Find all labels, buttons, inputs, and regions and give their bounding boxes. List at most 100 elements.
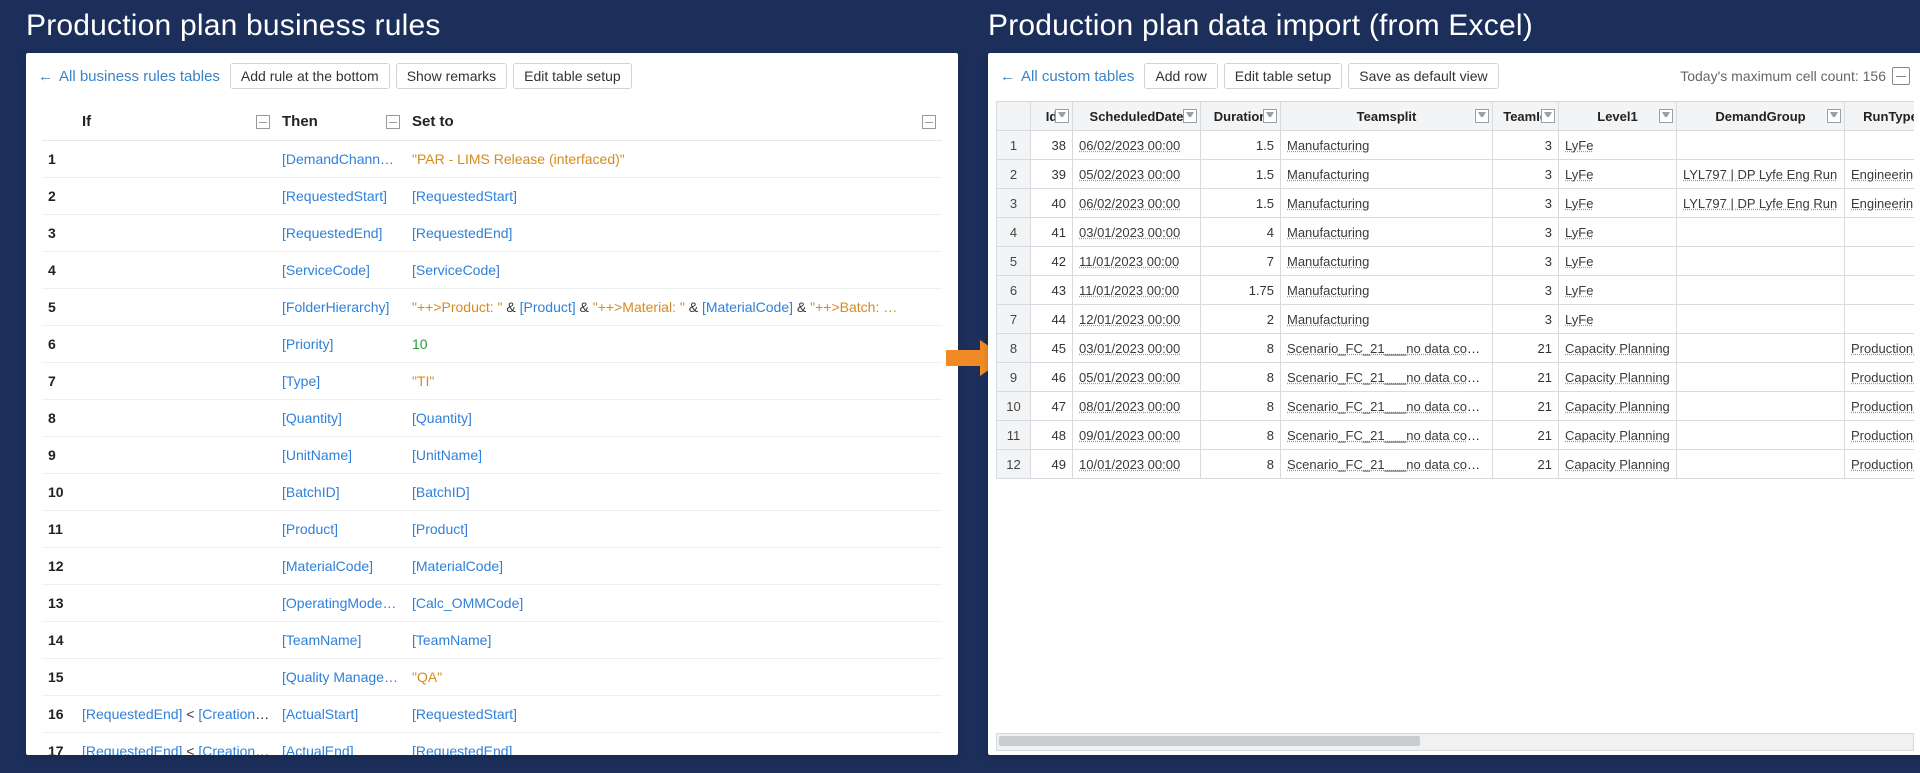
grid-cell[interactable]: 3 bbox=[1493, 247, 1559, 276]
grid-cell[interactable]: 05/01/2023 00:00 bbox=[1073, 363, 1201, 392]
grid-cell[interactable]: Scenario_FC_21___no data constraints bbox=[1281, 363, 1493, 392]
grid-row[interactable]: 74412/01/2023 00:002Manufacturing3LyFe bbox=[997, 305, 1915, 334]
grid-row-number[interactable]: 11 bbox=[997, 421, 1031, 450]
grid-corner[interactable] bbox=[997, 102, 1031, 131]
save-default-view-button[interactable]: Save as default view bbox=[1348, 63, 1498, 89]
grid-cell[interactable]: Production sup bbox=[1845, 392, 1915, 421]
grid-cell[interactable]: 8 bbox=[1201, 450, 1281, 479]
grid-cell[interactable]: 38 bbox=[1031, 131, 1073, 160]
grid-cell[interactable]: 1.5 bbox=[1201, 131, 1281, 160]
rule-set-cell[interactable]: "TI" bbox=[406, 363, 942, 400]
rule-row[interactable]: 9[UnitName][UnitName] bbox=[42, 437, 942, 474]
rule-then-cell[interactable]: [TeamName] bbox=[276, 622, 406, 659]
back-all-business-rules[interactable]: All business rules tables bbox=[38, 68, 220, 85]
grid-cell[interactable] bbox=[1845, 276, 1915, 305]
rule-then-cell[interactable]: [FolderHierarchy] bbox=[276, 289, 406, 326]
filter-icon[interactable] bbox=[1263, 109, 1277, 123]
rule-if-cell[interactable]: [RequestedEnd] < [Creation Date] bbox=[76, 733, 276, 756]
grid-cell[interactable]: 7 bbox=[1201, 247, 1281, 276]
rule-set-cell[interactable]: [ServiceCode] bbox=[406, 252, 942, 289]
rule-if-cell[interactable] bbox=[76, 178, 276, 215]
rule-set-cell[interactable]: [RequestedStart] bbox=[406, 696, 942, 733]
rule-set-cell[interactable]: [BatchID] bbox=[406, 474, 942, 511]
rule-if-cell[interactable] bbox=[76, 326, 276, 363]
grid-row[interactable]: 13806/02/2023 00:001.5Manufacturing3LyFe bbox=[997, 131, 1915, 160]
grid-cell[interactable]: Scenario_FC_21___no data constraints bbox=[1281, 334, 1493, 363]
rule-set-cell[interactable]: "PAR - LIMS Release (interfaced)" bbox=[406, 141, 942, 178]
rule-set-cell[interactable]: [TeamName] bbox=[406, 622, 942, 659]
grid-row-number[interactable]: 5 bbox=[997, 247, 1031, 276]
rule-row[interactable]: 1[DemandChann…"PAR - LIMS Release (inter… bbox=[42, 141, 942, 178]
grid-row-number[interactable]: 2 bbox=[997, 160, 1031, 189]
grid-cell[interactable]: 21 bbox=[1493, 450, 1559, 479]
rule-row[interactable]: 10[BatchID][BatchID] bbox=[42, 474, 942, 511]
grid-col-header[interactable]: TeamId bbox=[1493, 102, 1559, 131]
rule-then-cell[interactable]: [MaterialCode] bbox=[276, 548, 406, 585]
grid-cell[interactable]: 47 bbox=[1031, 392, 1073, 421]
grid-cell[interactable]: 03/01/2023 00:00 bbox=[1073, 334, 1201, 363]
rule-row[interactable]: 3[RequestedEnd][RequestedEnd] bbox=[42, 215, 942, 252]
rule-then-cell[interactable]: [Type] bbox=[276, 363, 406, 400]
rule-set-cell[interactable]: [RequestedStart] bbox=[406, 178, 942, 215]
grid-cell[interactable]: 21 bbox=[1493, 334, 1559, 363]
col-if[interactable]: If bbox=[76, 103, 276, 141]
grid-cell[interactable]: LyFe bbox=[1559, 276, 1677, 305]
grid-cell[interactable] bbox=[1845, 247, 1915, 276]
grid-cell[interactable]: Manufacturing bbox=[1281, 276, 1493, 305]
grid-cell[interactable]: 3 bbox=[1493, 218, 1559, 247]
grid-cell[interactable]: 2 bbox=[1201, 305, 1281, 334]
rule-then-cell[interactable]: [RequestedStart] bbox=[276, 178, 406, 215]
rule-set-cell[interactable]: [RequestedEnd] bbox=[406, 215, 942, 252]
grid-cell[interactable]: LyFe bbox=[1559, 247, 1677, 276]
grid-cell[interactable] bbox=[1677, 392, 1845, 421]
grid-cell[interactable]: 06/02/2023 00:00 bbox=[1073, 131, 1201, 160]
grid-cell[interactable]: Production sup bbox=[1845, 421, 1915, 450]
filter-icon[interactable] bbox=[1659, 109, 1673, 123]
rule-set-cell[interactable]: "QA" bbox=[406, 659, 942, 696]
rule-row[interactable]: 15[Quality Manage…"QA" bbox=[42, 659, 942, 696]
grid-cell[interactable]: 21 bbox=[1493, 363, 1559, 392]
grid-row[interactable]: 64311/01/2023 00:001.75Manufacturing3LyF… bbox=[997, 276, 1915, 305]
grid-cell[interactable]: 09/01/2023 00:00 bbox=[1073, 421, 1201, 450]
horizontal-scrollbar[interactable] bbox=[996, 733, 1914, 751]
col-then[interactable]: Then bbox=[276, 103, 406, 141]
grid-cell[interactable]: Manufacturing bbox=[1281, 131, 1493, 160]
add-row-button[interactable]: Add row bbox=[1144, 63, 1217, 89]
grid-row[interactable]: 34006/02/2023 00:001.5Manufacturing3LyFe… bbox=[997, 189, 1915, 218]
grid-cell[interactable]: 10/01/2023 00:00 bbox=[1073, 450, 1201, 479]
rule-row[interactable]: 7[Type]"TI" bbox=[42, 363, 942, 400]
grid-cell[interactable]: Manufacturing bbox=[1281, 160, 1493, 189]
rule-if-cell[interactable] bbox=[76, 622, 276, 659]
grid-cell[interactable]: 4 bbox=[1201, 218, 1281, 247]
grid-cell[interactable] bbox=[1677, 450, 1845, 479]
grid-row-number[interactable]: 7 bbox=[997, 305, 1031, 334]
filter-icon[interactable] bbox=[1183, 109, 1197, 123]
grid-col-header[interactable]: ScheduledDate bbox=[1073, 102, 1201, 131]
filter-icon[interactable] bbox=[1055, 109, 1069, 123]
rule-set-cell[interactable]: [Calc_OMMCode] bbox=[406, 585, 942, 622]
grid-col-header[interactable]: RunType bbox=[1845, 102, 1915, 131]
grid-cell[interactable] bbox=[1677, 334, 1845, 363]
rule-row[interactable]: 4[ServiceCode][ServiceCode] bbox=[42, 252, 942, 289]
rule-if-cell[interactable] bbox=[76, 363, 276, 400]
rule-then-cell[interactable]: [Priority] bbox=[276, 326, 406, 363]
rule-if-cell[interactable] bbox=[76, 511, 276, 548]
rule-row[interactable]: 6[Priority]10 bbox=[42, 326, 942, 363]
grid-cell[interactable]: Capacity Planning bbox=[1559, 421, 1677, 450]
grid-cell[interactable]: LYL797 | DP Lyfe Eng Run bbox=[1677, 160, 1845, 189]
rule-row[interactable]: 16[RequestedEnd] < [Creation Date][Actua… bbox=[42, 696, 942, 733]
rule-if-cell[interactable]: [RequestedEnd] < [Creation Date] bbox=[76, 696, 276, 733]
grid-row[interactable]: 124910/01/2023 00:008Scenario_FC_21___no… bbox=[997, 450, 1915, 479]
rule-then-cell[interactable]: [Quality Manage… bbox=[276, 659, 406, 696]
grid-cell[interactable]: 8 bbox=[1201, 334, 1281, 363]
grid-cell[interactable]: 11/01/2023 00:00 bbox=[1073, 276, 1201, 305]
rule-then-cell[interactable]: [OperatingMode… bbox=[276, 585, 406, 622]
grid-cell[interactable]: Production sup bbox=[1845, 363, 1915, 392]
grid-cell[interactable]: 43 bbox=[1031, 276, 1073, 305]
rule-then-cell[interactable]: [DemandChann… bbox=[276, 141, 406, 178]
grid-row[interactable]: 114809/01/2023 00:008Scenario_FC_21___no… bbox=[997, 421, 1915, 450]
rule-set-cell[interactable]: [Quantity] bbox=[406, 400, 942, 437]
rule-if-cell[interactable] bbox=[76, 141, 276, 178]
rule-set-cell[interactable]: [UnitName] bbox=[406, 437, 942, 474]
data-import-grid[interactable]: IdScheduledDateDurationTeamsplitTeamIdLe… bbox=[996, 101, 1914, 479]
